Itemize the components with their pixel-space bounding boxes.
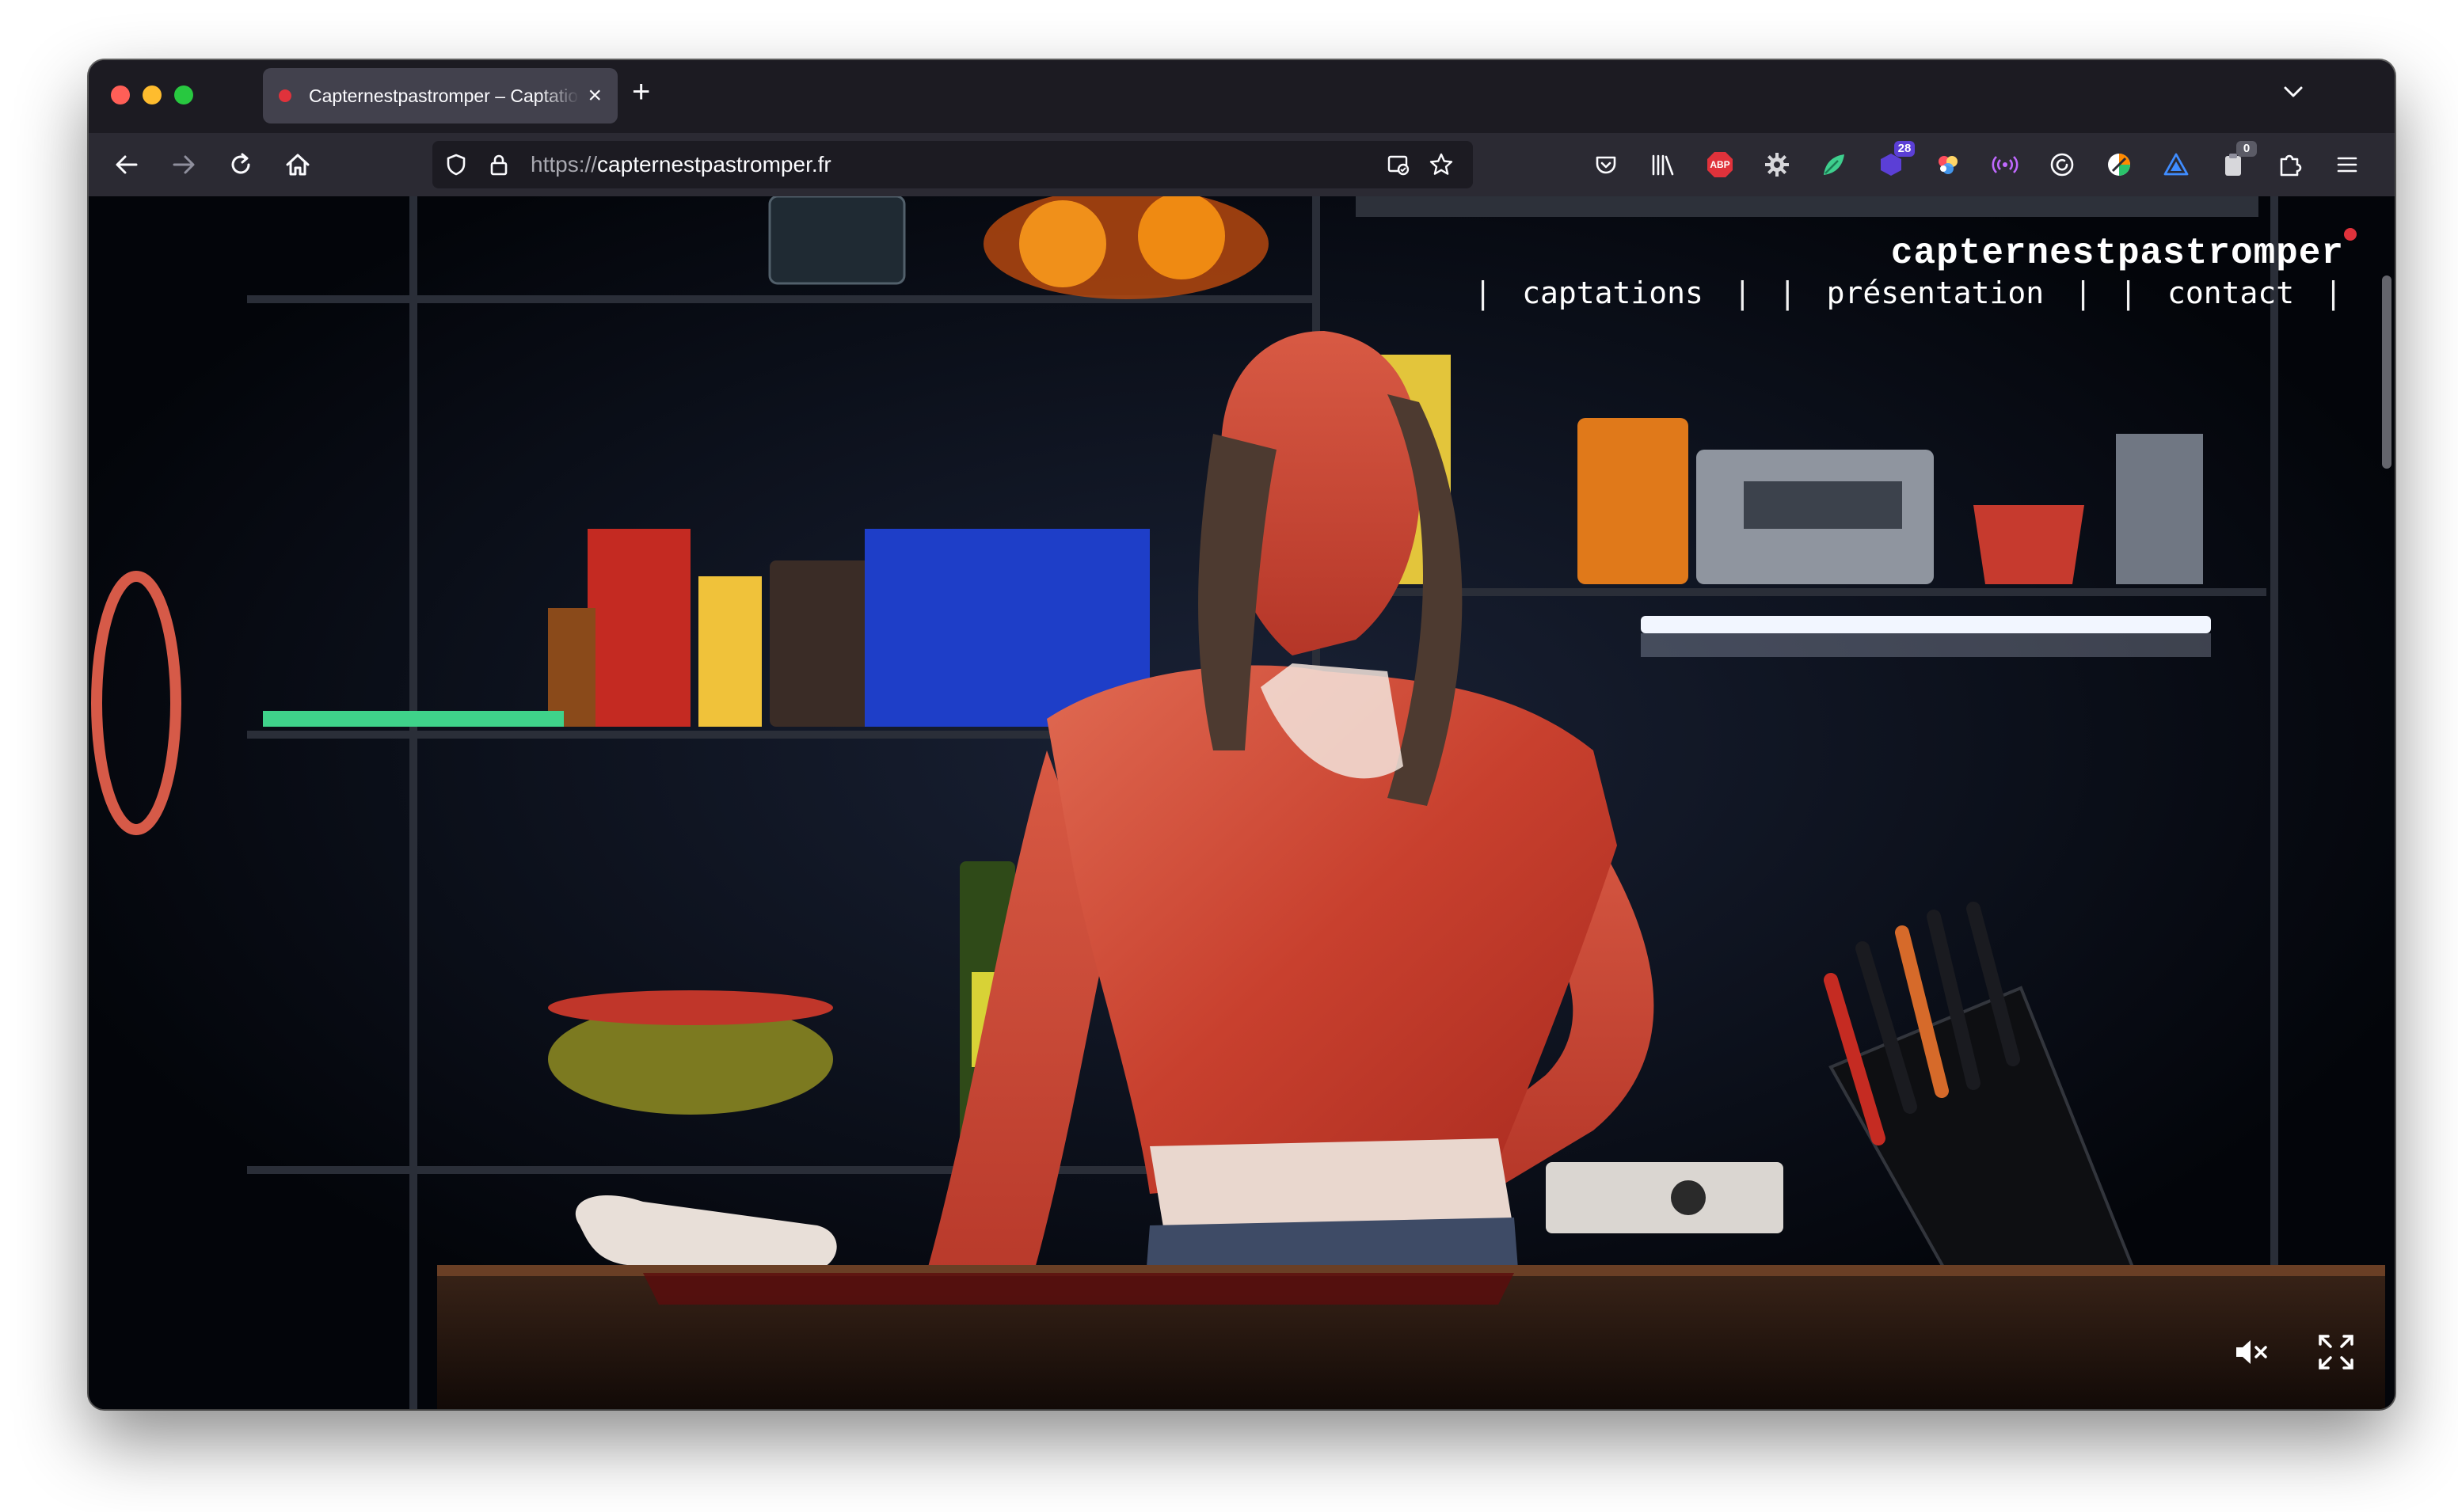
nav-separator: | — [1733, 275, 1752, 310]
reload-button[interactable] — [222, 146, 260, 184]
home-button[interactable] — [279, 146, 317, 184]
navigation-toolbar: https://capternestpastromper.fr ABP 28 0 — [89, 133, 2395, 196]
adblock-plus-icon[interactable]: ABP — [1704, 149, 1736, 180]
gear-icon[interactable] — [1761, 149, 1793, 180]
nav-separator: | — [2119, 275, 2137, 310]
new-tab-button[interactable]: + — [632, 76, 650, 108]
color-dots-icon[interactable] — [1932, 149, 1964, 180]
counter-badge: 28 — [1894, 141, 1915, 157]
fullscreen-icon — [2319, 1335, 2353, 1370]
url-text[interactable]: https://capternestpastromper.fr — [531, 141, 831, 188]
site-navigation: | captations | | présentation | | contac… — [1474, 275, 2342, 310]
library-icon[interactable] — [1647, 149, 1679, 180]
reload-icon — [231, 153, 250, 174]
nav-separator: | — [2074, 275, 2093, 310]
address-bar[interactable]: https://capternestpastromper.fr — [432, 141, 1473, 188]
nav-separator: | — [1474, 275, 1493, 310]
forward-button[interactable] — [165, 146, 203, 184]
hamburger-menu-icon[interactable] — [2331, 149, 2363, 180]
forward-arrow-icon — [173, 155, 195, 174]
minimize-window-button[interactable] — [143, 85, 162, 104]
tracking-shield-icon[interactable] — [443, 152, 469, 177]
counter-extension-icon[interactable]: 28 — [1875, 141, 1915, 180]
home-icon — [286, 154, 310, 176]
site-title[interactable]: capternestpastromper — [1891, 233, 2344, 274]
triangle-extension-icon[interactable] — [2160, 149, 2192, 180]
muted-speaker-icon — [2236, 1340, 2267, 1364]
nav-link-contact[interactable]: contact — [2164, 275, 2297, 310]
tab-strip: Capternestpastromper – Captations × + — [89, 60, 2395, 133]
reader-view-icon[interactable] — [1386, 152, 1411, 177]
refresh-circle-icon[interactable] — [2046, 149, 2078, 180]
vertical-scrollbar[interactable] — [2382, 275, 2391, 469]
tab-list-chevron-icon[interactable] — [2277, 76, 2309, 108]
browser-tab[interactable]: Capternestpastromper – Captations × — [263, 68, 618, 123]
close-window-button[interactable] — [111, 85, 130, 104]
leaf-extension-icon[interactable] — [1818, 149, 1850, 180]
bookmark-star-icon[interactable] — [1429, 152, 1454, 177]
mute-button[interactable] — [2227, 1328, 2274, 1376]
pocket-icon[interactable] — [1590, 149, 1622, 180]
zoom-window-button[interactable] — [174, 85, 193, 104]
clipboard-badge: 0 — [2236, 141, 2257, 157]
pie-extension-icon[interactable] — [2103, 149, 2135, 180]
nav-link-presentation[interactable]: présentation — [1824, 275, 2048, 310]
broadcast-icon[interactable] — [1989, 149, 2021, 180]
svg-text:ABP: ABP — [1710, 159, 1729, 170]
tab-favicon-icon — [279, 89, 291, 102]
lock-icon[interactable] — [486, 152, 512, 177]
page-viewport: capternestpastromper | captations | | pr… — [89, 196, 2395, 1409]
clipboard-extension-icon[interactable]: 0 — [2217, 141, 2257, 180]
browser-window: Capternestpastromper – Captations × + ht… — [89, 60, 2395, 1409]
puzzle-icon[interactable] — [2274, 149, 2306, 180]
back-arrow-icon — [116, 155, 138, 174]
tab-title: Capternestpastromper – Captations — [309, 85, 580, 106]
background-video-frame[interactable] — [89, 196, 2395, 1409]
close-tab-icon[interactable]: × — [588, 84, 602, 108]
back-button[interactable] — [108, 146, 146, 184]
nav-link-captations[interactable]: captations — [1519, 275, 1707, 310]
nav-separator: | — [2324, 275, 2342, 310]
fullscreen-button[interactable] — [2312, 1328, 2360, 1376]
recording-dot — [2344, 228, 2357, 241]
nav-separator: | — [1778, 275, 1797, 310]
